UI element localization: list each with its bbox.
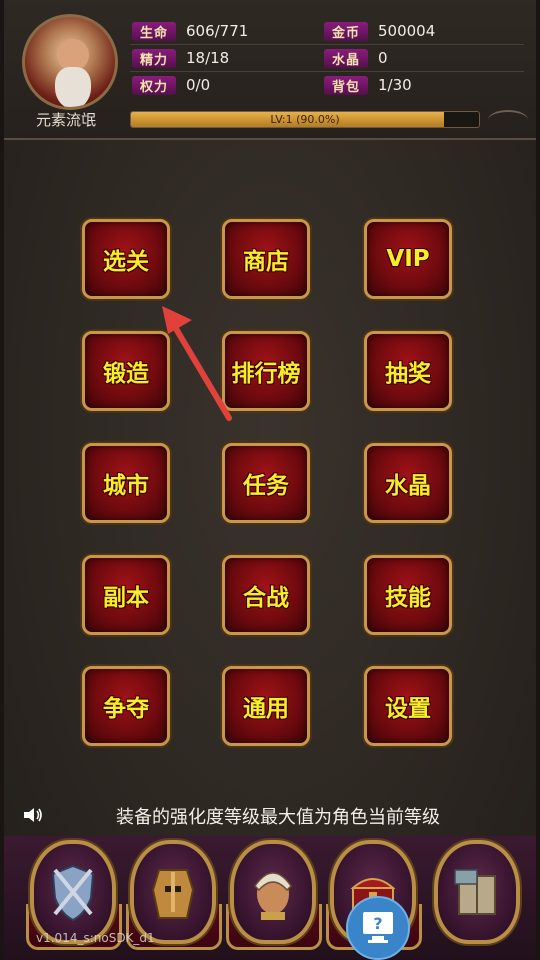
skill-button[interactable]: 技能 — [364, 555, 452, 635]
stat-value: 18/18 — [186, 49, 230, 67]
button-label: 争夺 — [103, 696, 149, 722]
stat-value: 500004 — [378, 22, 436, 40]
stat-value: 0/0 — [186, 76, 211, 94]
button-label: 技能 — [385, 585, 431, 611]
nav-item-warrior[interactable] — [230, 840, 316, 944]
exp-bar: LV:1 (90.0%) — [130, 111, 480, 128]
stat-gold: 金币 500004 — [324, 20, 435, 42]
button-label: 任务 — [243, 473, 289, 499]
player-name: 元素流氓 — [36, 111, 97, 129]
speaker-icon[interactable] — [22, 806, 44, 824]
dungeon-button[interactable]: 副本 — [82, 555, 170, 635]
stat-label: 水晶 — [324, 48, 368, 68]
button-label: 合战 — [243, 585, 289, 611]
stat-hp: 生命 606/771 — [132, 20, 248, 42]
stat-label: 生命 — [132, 21, 176, 41]
version-label: v1.014_s:noSDK_d1 — [36, 931, 155, 945]
stat-bag: 背包 1/30 — [324, 74, 412, 96]
button-label: 水晶 — [385, 473, 431, 499]
settings-button[interactable]: 设置 — [364, 666, 452, 746]
red-arrow-annotation — [162, 306, 232, 421]
button-label: 通用 — [243, 696, 289, 722]
stat-value: 606/771 — [186, 22, 249, 40]
button-label: 锻造 — [103, 361, 149, 387]
stat-energy: 精力 18/18 — [132, 47, 229, 69]
nav-item-book[interactable] — [434, 840, 520, 944]
stat-label: 精力 — [132, 48, 176, 68]
battle-button[interactable]: 合战 — [222, 555, 310, 635]
button-label: VIP — [386, 246, 430, 272]
stat-label: 金币 — [324, 21, 368, 41]
crystal-button[interactable]: 水晶 — [364, 443, 452, 523]
button-label: 选关 — [103, 249, 149, 275]
button-label: 副本 — [103, 585, 149, 611]
helmeted-warrior-icon — [254, 872, 292, 920]
divider — [130, 71, 524, 72]
shield-crossed-swords-icon — [51, 864, 95, 922]
game-screen: 元素流氓 生命 606/771 金币 500004 精力 18/18 水晶 0 … — [0, 0, 540, 960]
player-header: 元素流氓 生命 606/771 金币 500004 精力 18/18 水晶 0 … — [4, 0, 536, 140]
header-ornament — [488, 110, 528, 130]
general-button[interactable]: 通用 — [222, 666, 310, 746]
nav-item-hero[interactable] — [130, 840, 216, 944]
spellbook-icon — [454, 869, 496, 915]
vip-button[interactable]: VIP — [364, 219, 452, 299]
select-stage-button[interactable]: 选关 — [82, 219, 170, 299]
divider — [130, 44, 524, 45]
city-button[interactable]: 城市 — [82, 443, 170, 523]
stat-label: 权力 — [132, 75, 176, 95]
stat-value: 0 — [378, 49, 388, 67]
button-label: 商店 — [243, 249, 289, 275]
help-question-icon: ? — [363, 912, 393, 943]
stat-label: 背包 — [324, 75, 368, 95]
level-text: LV:1 (90.0%) — [270, 113, 340, 126]
button-label: 设置 — [385, 696, 431, 722]
button-label: 抽奖 — [385, 361, 431, 387]
avatar-beard — [55, 67, 91, 107]
help-button[interactable]: ? — [346, 896, 410, 960]
stat-crystal: 水晶 0 — [324, 47, 388, 69]
tip-text: 装备的强化度等级最大值为角色当前等级 — [116, 807, 440, 828]
svg-text:?: ? — [373, 914, 382, 933]
nav-item-guild[interactable] — [30, 840, 116, 944]
button-label: 城市 — [103, 473, 149, 499]
player-avatar[interactable] — [22, 14, 118, 110]
quest-button[interactable]: 任务 — [222, 443, 310, 523]
tip-bar: 装备的强化度等级最大值为角色当前等级 — [4, 798, 536, 832]
contest-button[interactable]: 争夺 — [82, 666, 170, 746]
stat-value: 1/30 — [378, 76, 412, 94]
armored-knight-icon — [151, 869, 195, 919]
lottery-button[interactable]: 抽奖 — [364, 331, 452, 411]
stat-power: 权力 0/0 — [132, 74, 210, 96]
shop-button[interactable]: 商店 — [222, 219, 310, 299]
